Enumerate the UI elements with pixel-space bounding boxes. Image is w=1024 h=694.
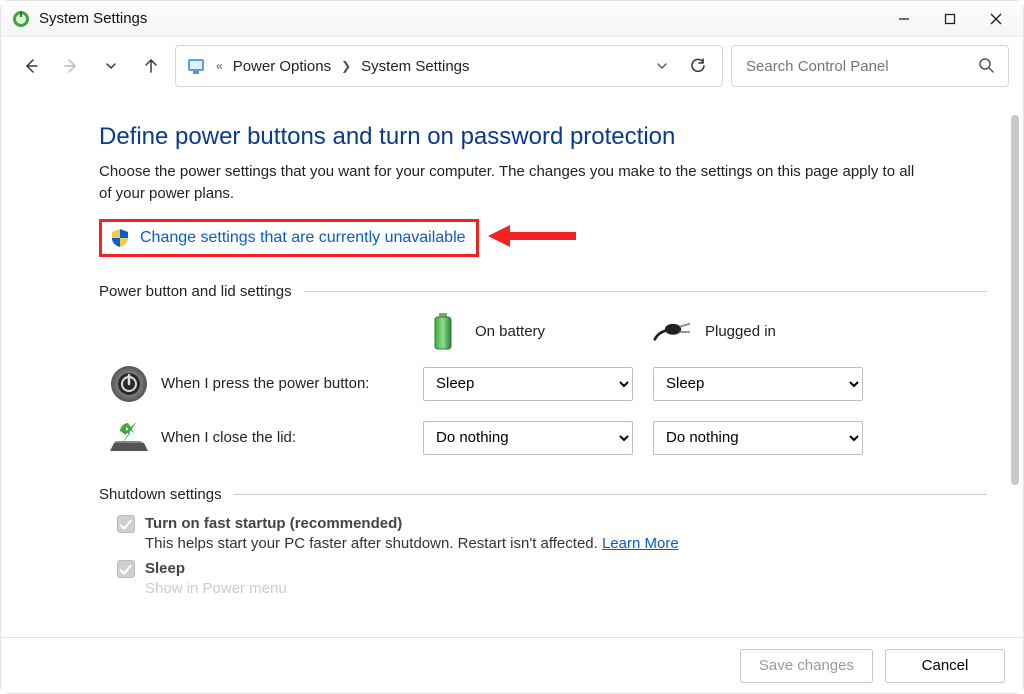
forward-button[interactable] [55,50,87,82]
laptop-lid-icon [107,416,151,460]
annotation-arrow [488,221,578,255]
col-label: On battery [475,323,545,340]
checkbox-desc-partial: Show in Power menu [145,580,987,597]
power-button-battery-select[interactable]: Sleep [423,367,633,401]
shutdown-settings-list: Turn on fast startup (recommended) This … [117,515,987,597]
up-button[interactable] [135,50,167,82]
close-lid-plugged-select[interactable]: Do nothing [653,421,863,455]
search-icon [978,57,996,75]
checkbox-label: Turn on fast startup (recommended) [145,515,402,532]
breadcrumb-prefix: « [216,59,223,73]
address-bar[interactable]: « Power Options ❯ System Settings [175,45,723,87]
row-label: When I close the lid: [161,429,423,446]
window-title: System Settings [39,10,147,27]
page-subheading: Choose the power settings that you want … [99,161,919,205]
window: System Settings [0,0,1024,694]
close-button[interactable] [973,3,1019,35]
plug-icon [653,312,693,352]
save-button[interactable]: Save changes [740,649,873,683]
navbar: « Power Options ❯ System Settings [1,37,1023,95]
col-plugged-in: Plugged in [653,312,883,352]
recent-locations-button[interactable] [95,50,127,82]
control-panel-icon [184,54,208,78]
chevron-right-icon: ❯ [341,59,351,73]
search-input[interactable] [744,57,978,76]
refresh-button[interactable] [682,50,714,82]
annotation-highlight: Change settings that are currently unava… [99,219,479,257]
section-title-text: Power button and lid settings [99,283,292,300]
section-header-power-button: Power button and lid settings [99,283,987,300]
col-on-battery: On battery [423,312,653,352]
checkbox-icon[interactable] [117,515,135,533]
checkbox-icon[interactable] [117,560,135,578]
checkbox-fast-startup: Turn on fast startup (recommended) [117,515,987,533]
minimize-button[interactable] [881,3,927,35]
section-header-shutdown: Shutdown settings [99,486,987,503]
close-lid-battery-select[interactable]: Do nothing [423,421,633,455]
address-dropdown-button[interactable] [646,50,678,82]
page-title: Define power buttons and turn on passwor… [99,123,987,151]
content-scroll[interactable]: Define power buttons and turn on passwor… [1,95,1007,637]
titlebar: System Settings [1,1,1023,37]
col-label: Plugged in [705,323,776,340]
window-controls [881,3,1019,35]
section-title-text: Shutdown settings [99,486,222,503]
bottom-bar: Save changes Cancel [1,637,1023,693]
breadcrumb-item[interactable]: System Settings [355,56,475,77]
checkbox-desc: This helps start your PC faster after sh… [145,535,987,552]
cancel-button[interactable]: Cancel [885,649,1005,683]
row-label: When I press the power button: [161,375,423,392]
vertical-scrollbar[interactable] [1011,115,1019,485]
content-area: Define power buttons and turn on passwor… [1,95,1023,637]
breadcrumb-item[interactable]: Power Options [227,56,337,77]
app-icon [11,9,31,29]
row-close-lid: When I close the lid: Do nothing Do noth… [99,416,987,460]
checkbox-label: Sleep [145,560,185,577]
checkbox-sleep: Sleep [117,560,987,578]
row-power-button: When I press the power button: Sleep Sle… [99,362,987,406]
battery-icon [423,312,463,352]
learn-more-link[interactable]: Learn More [602,535,679,552]
back-button[interactable] [15,50,47,82]
search-box[interactable] [731,45,1009,87]
power-button-icon [107,362,151,406]
maximize-button[interactable] [927,3,973,35]
power-button-plugged-select[interactable]: Sleep [653,367,863,401]
column-headers: On battery Plugged in [99,312,987,352]
change-settings-link[interactable]: Change settings that are currently unava… [140,229,466,247]
uac-shield-icon [110,228,130,248]
